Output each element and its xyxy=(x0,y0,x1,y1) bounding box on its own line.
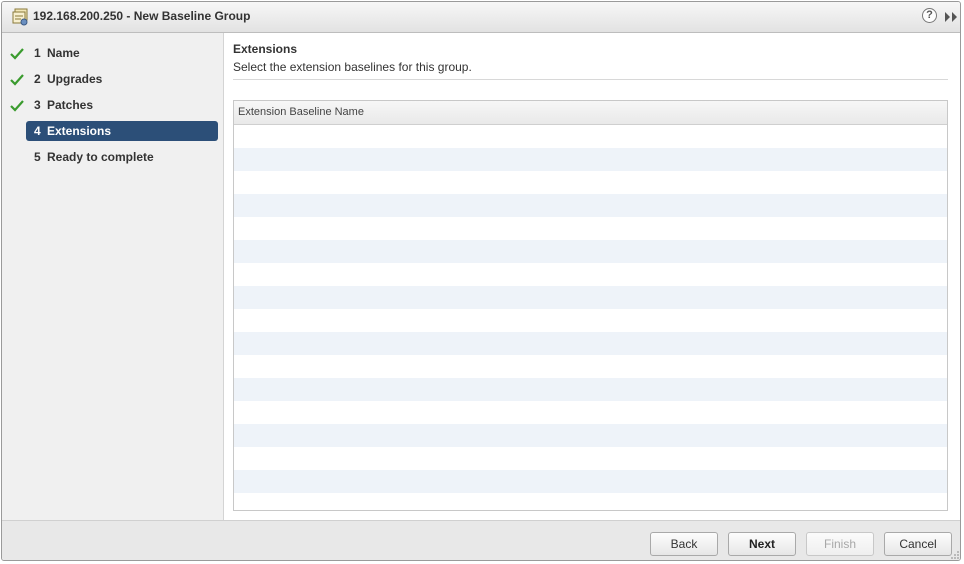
step-label: Upgrades xyxy=(47,72,103,86)
step-number: 1 xyxy=(34,46,41,60)
step-label: Name xyxy=(47,46,80,60)
check-icon xyxy=(10,48,24,60)
check-icon xyxy=(10,74,24,86)
column-header-extension-baseline-name[interactable]: Extension Baseline Name xyxy=(234,101,947,125)
new-baseline-group-dialog: 192.168.200.250 - New Baseline Group ? 1… xyxy=(1,1,961,561)
dialog-title: 192.168.200.250 - New Baseline Group xyxy=(33,9,251,23)
wizard-step-extensions[interactable]: 4 Extensions xyxy=(26,121,218,141)
dialog-footer: Back Next Finish Cancel xyxy=(2,520,960,560)
step-label: Ready to complete xyxy=(47,150,154,164)
resize-grip-icon[interactable] xyxy=(950,550,960,560)
step-number: 4 xyxy=(34,124,41,138)
next-button[interactable]: Next xyxy=(728,532,796,556)
step-number: 2 xyxy=(34,72,41,86)
page-title: Extensions xyxy=(233,42,298,56)
wizard-steps-nav: 1 Name 2 Upgrades 3 Patches 4 Extensions… xyxy=(2,33,224,520)
double-chevron-right-icon[interactable] xyxy=(944,11,958,23)
step-label: Patches xyxy=(47,98,94,112)
wizard-step-name[interactable]: 1 Name xyxy=(26,43,218,63)
table-body[interactable] xyxy=(234,125,947,510)
column-header-label: Extension Baseline Name xyxy=(238,106,364,118)
wizard-step-patches[interactable]: 3 Patches xyxy=(26,95,218,115)
back-button[interactable]: Back xyxy=(650,532,718,556)
wizard-step-upgrades[interactable]: 2 Upgrades xyxy=(26,69,218,89)
baseline-group-icon xyxy=(12,8,28,26)
check-icon xyxy=(10,100,24,112)
finish-button: Finish xyxy=(806,532,874,556)
extension-baselines-table[interactable]: Extension Baseline Name xyxy=(233,100,948,511)
wizard-step-ready-to-complete[interactable]: 5 Ready to complete xyxy=(26,147,218,167)
title-bar: 192.168.200.250 - New Baseline Group ? xyxy=(2,2,960,33)
page-description: Select the extension baselines for this … xyxy=(233,60,472,74)
cancel-button[interactable]: Cancel xyxy=(884,532,952,556)
extensions-page: Extensions Select the extension baseline… xyxy=(224,33,960,520)
step-label: Extensions xyxy=(47,124,112,138)
step-number: 5 xyxy=(34,150,41,164)
divider xyxy=(233,79,948,80)
step-number: 3 xyxy=(34,98,41,112)
help-icon[interactable]: ? xyxy=(922,8,937,23)
